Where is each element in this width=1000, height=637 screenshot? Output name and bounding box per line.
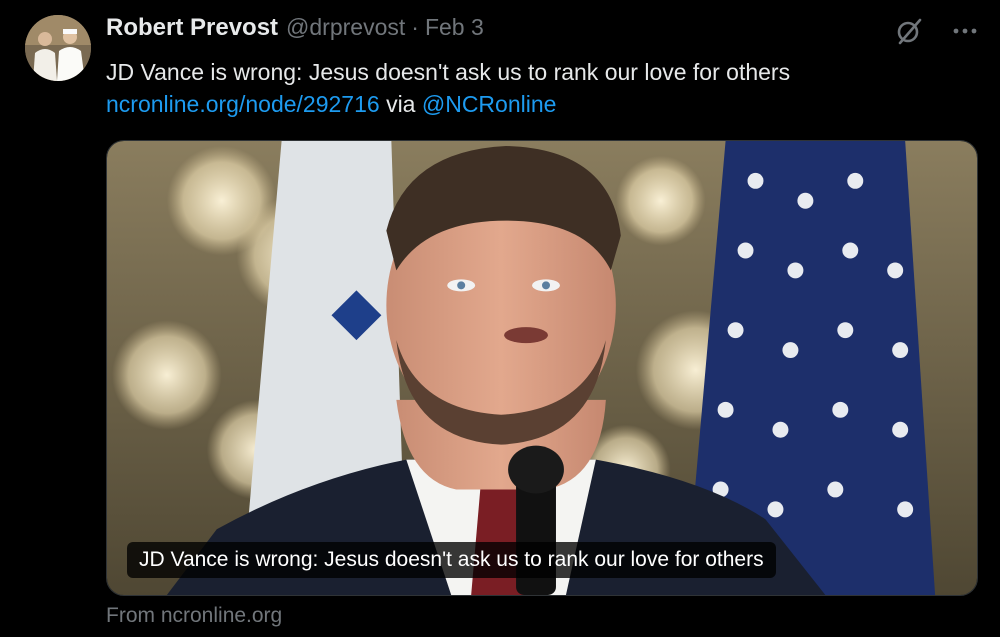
author-name[interactable]: Robert Prevost [106,14,278,42]
slashed-circle-icon[interactable] [894,16,924,46]
card-source[interactable]: From ncronline.org [106,604,282,628]
tweet-header: Robert Prevost @drprevost · Feb 3 [106,14,484,48]
card-image [107,141,977,595]
tweet-actions [894,16,978,46]
avatar[interactable] [25,15,91,81]
link-card[interactable]: JD Vance is wrong: Jesus doesn't ask us … [106,140,978,596]
mention-link[interactable]: @NCRonline [422,91,557,117]
via-text: via [386,91,416,117]
author-handle[interactable]: @drprevost [286,14,405,41]
card-caption: JD Vance is wrong: Jesus doesn't ask us … [127,542,776,578]
more-icon[interactable] [952,26,978,36]
article-link[interactable]: ncronline.org/node/292716 [106,91,380,117]
tweet-date[interactable]: Feb 3 [425,14,484,41]
separator-dot: · [411,14,419,40]
avatar-image [25,15,91,81]
tweet-text: JD Vance is wrong: Jesus doesn't ask us … [106,59,791,85]
tweet-links: ncronline.org/node/292716 via @NCRonline [106,88,556,120]
